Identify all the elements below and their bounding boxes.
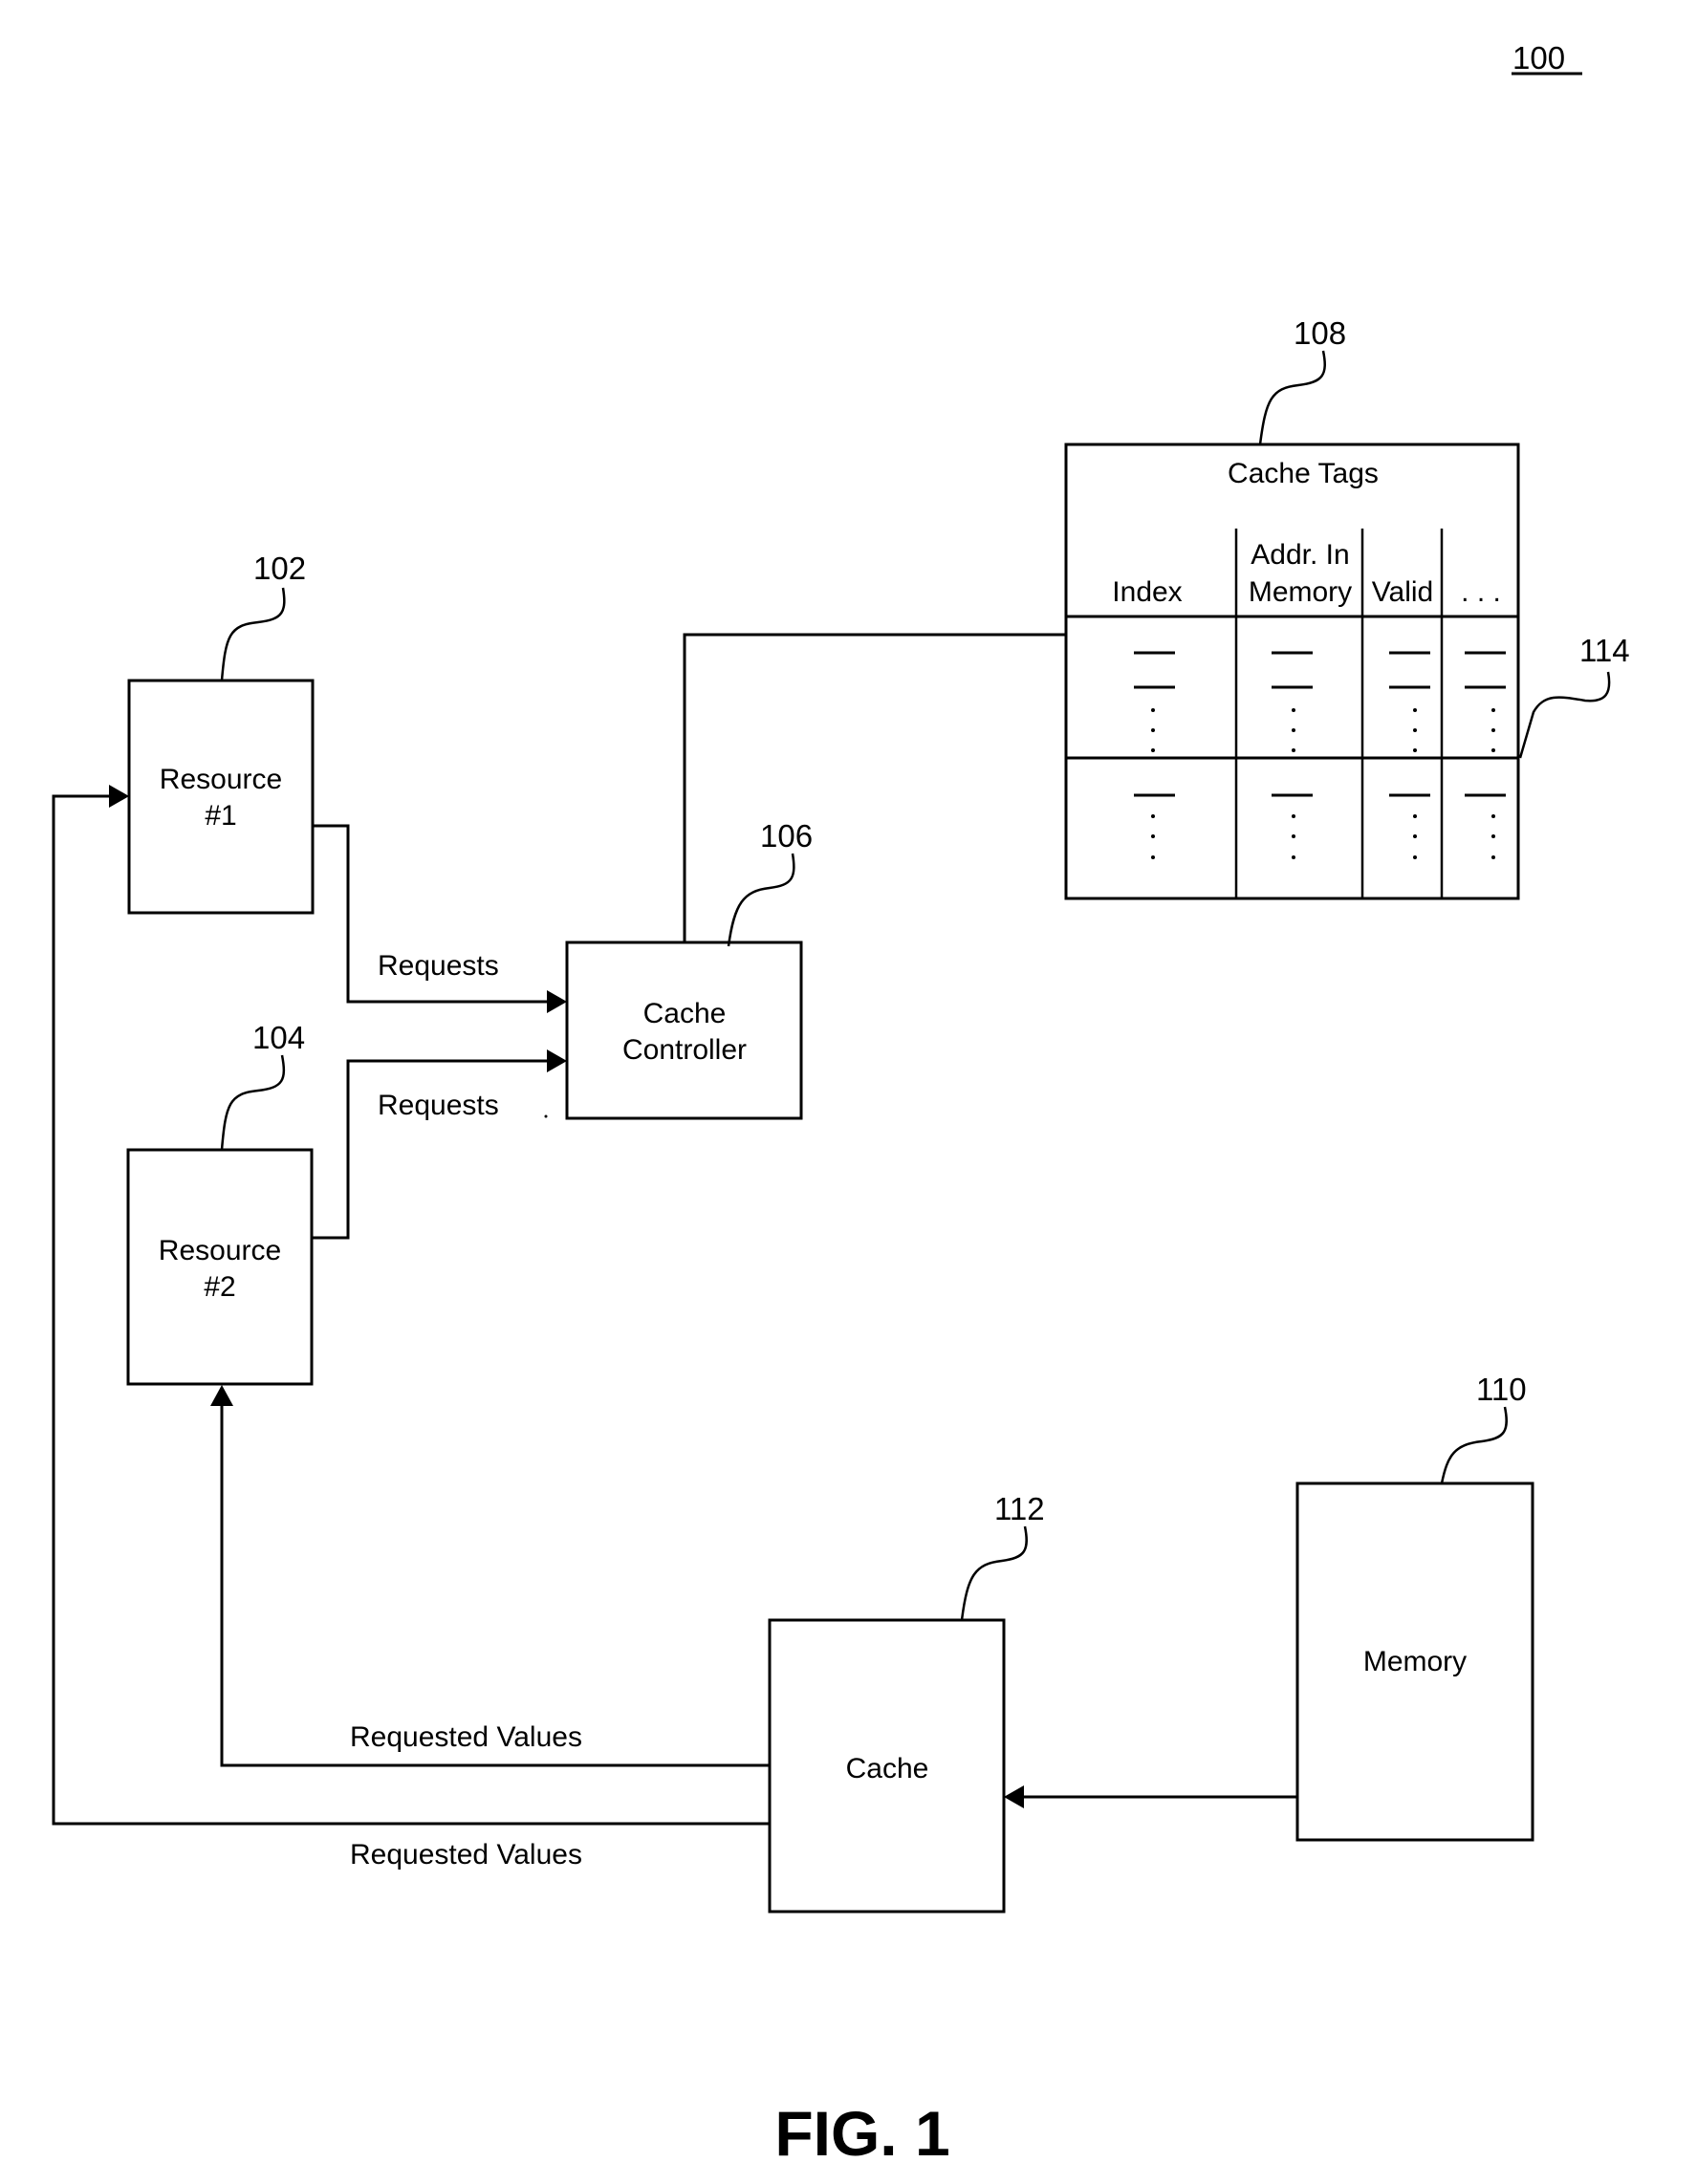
memory-to-cache-arrowhead	[1004, 1785, 1024, 1808]
cell-ellipsis-dot	[1413, 855, 1417, 859]
resource-1-ref: 102	[253, 551, 306, 586]
table-entry-ref: 114	[1579, 633, 1630, 668]
column-header-valid: Valid	[1372, 576, 1433, 608]
cell-ellipsis-dot	[1491, 814, 1495, 818]
cache-controller-label-line2: Controller	[622, 1034, 747, 1066]
requests-2-connector	[312, 1059, 550, 1240]
cell-ellipsis-dot	[1292, 748, 1295, 752]
figure-caption: FIG. 1	[774, 2098, 949, 2169]
resource-1-box	[127, 679, 315, 915]
cache-tags-ref: 108	[1294, 315, 1346, 351]
values-2-label: Requested Values	[350, 1839, 582, 1870]
column-header-index: Index	[1112, 576, 1182, 608]
cell-ellipsis-dot	[1151, 855, 1155, 859]
cell-ellipsis-dot	[1151, 728, 1155, 732]
cell-ellipsis-dot	[1292, 814, 1295, 818]
cell-ellipsis-dot	[1413, 708, 1417, 712]
patent-figure: 100 Resource #1 102 Resource #2 104 Cach…	[52, 40, 1630, 2169]
cache-block: Cache	[768, 1618, 1006, 1914]
cache-controller-leader	[727, 853, 795, 947]
resource-1-block: Resource #1	[127, 679, 315, 915]
column-header-more: . . .	[1461, 576, 1501, 608]
controller-to-tags-connector	[683, 633, 1066, 942]
cell-ellipsis-dot	[1413, 728, 1417, 732]
resource-2-label-line2: #2	[204, 1271, 235, 1303]
cache-tags-table: Cache Tags Index Addr. In Memory Valid .…	[1064, 443, 1520, 900]
requests-1-arrowhead	[547, 990, 567, 1013]
cell-ellipsis-dot	[1491, 855, 1495, 859]
resource-1-leader	[220, 587, 286, 681]
cache-leader	[960, 1525, 1028, 1621]
cell-ellipsis-dot	[1292, 834, 1295, 838]
resource-2-label-line1: Resource	[159, 1235, 281, 1266]
cell-ellipsis-dot	[1413, 748, 1417, 752]
cell-ellipsis-dot	[1151, 748, 1155, 752]
column-header-addr-line1: Addr. In	[1251, 539, 1349, 571]
cache-controller-block: Cache Controller	[565, 941, 803, 1120]
cell-ellipsis-dot	[1151, 834, 1155, 838]
requests-2-arrowhead	[547, 1049, 567, 1072]
cell-ellipsis-dot	[1292, 708, 1295, 712]
resource-2-ref: 104	[252, 1020, 305, 1055]
memory-ref: 110	[1476, 1372, 1527, 1407]
cell-ellipsis-dot	[1491, 708, 1495, 712]
cell-ellipsis-dot	[1151, 708, 1155, 712]
values-to-resource-1-arrowhead	[109, 785, 129, 808]
cache-controller-box	[565, 941, 803, 1120]
cell-ellipsis-dot	[1292, 855, 1295, 859]
table-entry-leader	[1518, 671, 1611, 759]
resource-1-label-line1: Resource	[160, 764, 282, 795]
scan-artifact-dot	[544, 1114, 548, 1118]
requests-1-label: Requests	[378, 950, 499, 982]
cache-tags-leader	[1258, 350, 1326, 445]
cache-tags-title: Cache Tags	[1228, 458, 1379, 489]
memory-block: Memory	[1295, 1481, 1534, 1842]
values-to-resource-2-connector	[220, 1403, 770, 1767]
cell-ellipsis-dot	[1413, 814, 1417, 818]
cache-ref: 112	[994, 1491, 1045, 1526]
figure-reference: 100	[1512, 40, 1565, 76]
resource-2-leader	[220, 1054, 286, 1151]
values-to-resource-2-arrowhead	[210, 1385, 233, 1406]
cache-controller-label-line1: Cache	[643, 998, 727, 1029]
cell-ellipsis-dot	[1151, 814, 1155, 818]
resource-2-block: Resource #2	[126, 1148, 314, 1386]
cache-controller-ref: 106	[760, 818, 813, 854]
resource-2-box	[126, 1148, 314, 1386]
cell-ellipsis-dot	[1491, 748, 1495, 752]
cell-ellipsis-dot	[1292, 728, 1295, 732]
memory-leader	[1440, 1406, 1508, 1484]
resource-1-label-line2: #1	[205, 800, 236, 832]
cell-ellipsis-dot	[1491, 834, 1495, 838]
column-header-addr-line2: Memory	[1249, 576, 1352, 608]
cache-tags-frame	[1064, 443, 1520, 900]
requests-2-label: Requests	[378, 1090, 499, 1121]
cache-label: Cache	[846, 1753, 929, 1784]
cell-ellipsis-dot	[1413, 834, 1417, 838]
cell-ellipsis-dot	[1491, 728, 1495, 732]
memory-label: Memory	[1363, 1646, 1467, 1677]
values-1-label: Requested Values	[350, 1721, 582, 1753]
